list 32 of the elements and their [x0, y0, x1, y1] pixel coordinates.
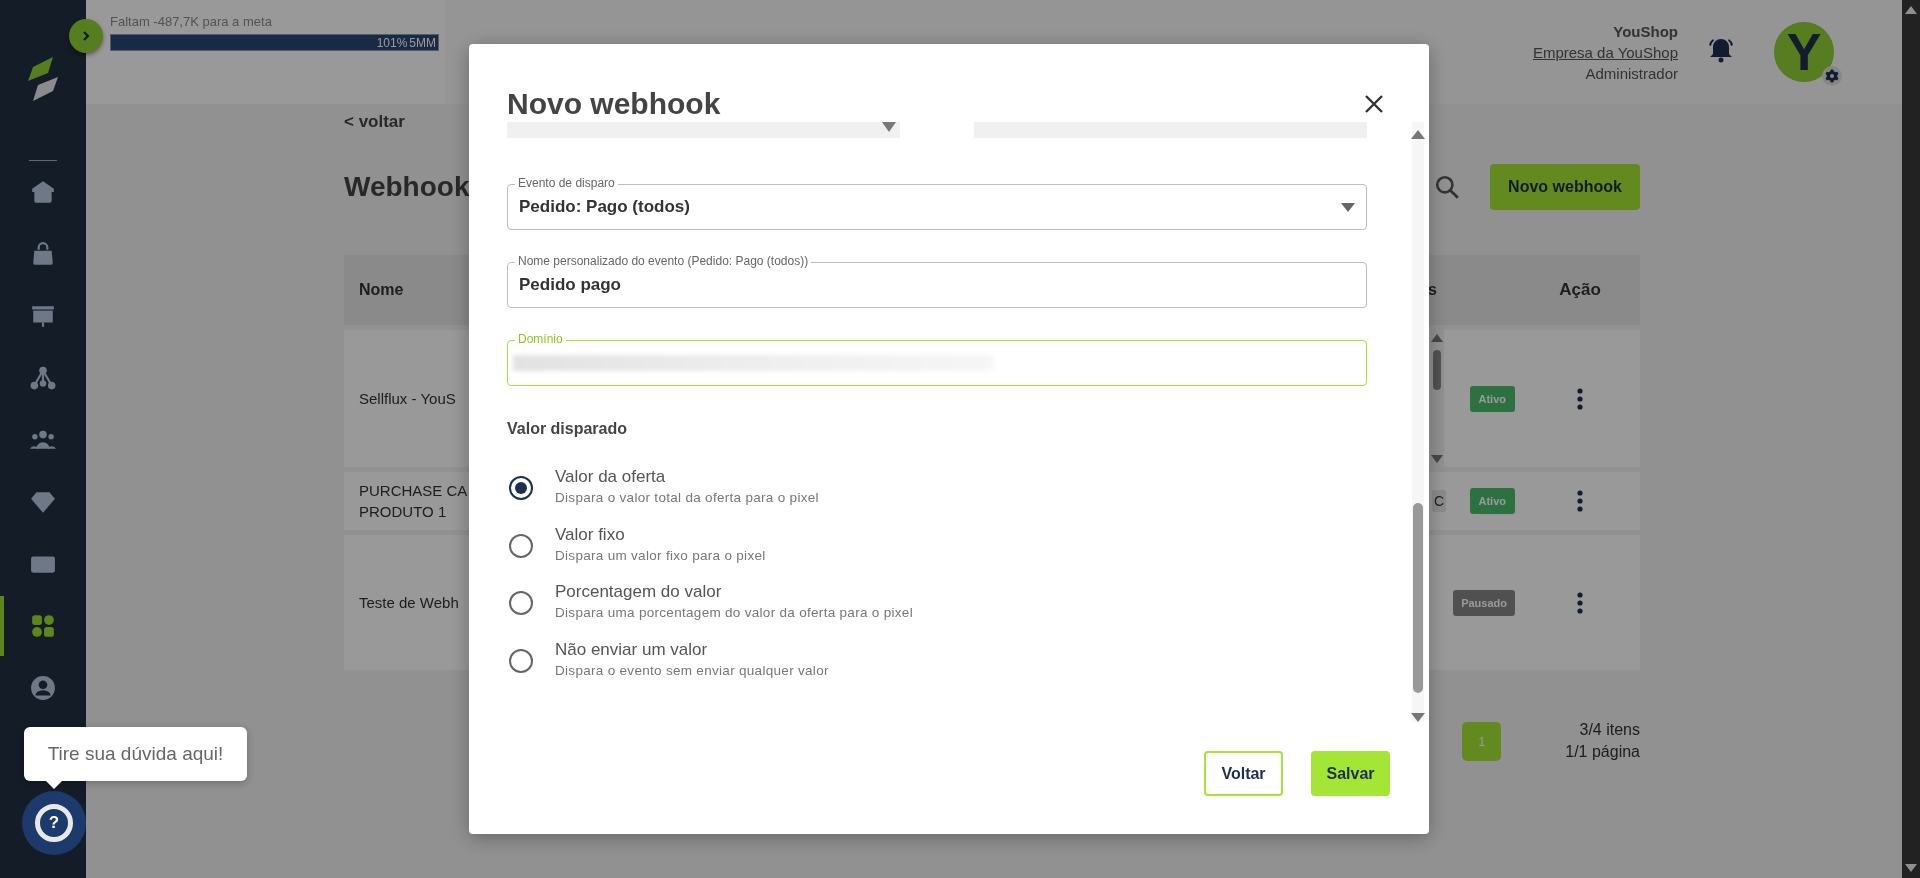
column-header: Nome — [359, 281, 404, 298]
option-description: Dispara o evento sem enviar qualquer valor — [555, 661, 829, 680]
column-header: s — [1428, 281, 1437, 298]
option-label: Não enviar um valor — [555, 638, 709, 661]
field-label: Domínio — [515, 332, 566, 346]
table-cell-text: Sellflux - YouS — [359, 389, 456, 409]
option-description: Dispara uma porcentagem do valor da oferta para o pixel — [555, 604, 913, 622]
option-label: Porcentagem do valor — [555, 581, 723, 603]
field-label: Nome personalizado do evento (Pedido: Pago (todos)) — [515, 254, 812, 268]
progress-percent: 101% — [376, 35, 408, 50]
column-header: Ação — [1559, 280, 1601, 300]
option-label: Valor da oferta — [555, 466, 667, 488]
status-badge: Ativo — [1469, 385, 1515, 412]
dialog-title: Novo webhook — [507, 87, 722, 121]
section-title: Valor disparado — [507, 419, 629, 439]
progress-target: 5MM — [409, 35, 436, 50]
goal-text: Faltam -487,7K para a meta — [110, 14, 273, 31]
field-label: Evento de disparo — [515, 176, 618, 190]
option-label: Valor fixo — [555, 523, 626, 546]
page-count: 1/1 página — [1565, 742, 1640, 762]
user-role: Administrador — [1584, 63, 1678, 84]
option-description: Dispara o valor total da oferta para o pixel — [555, 489, 819, 507]
help-tooltip: Tire sua dúvida aqui! — [24, 727, 247, 789]
table-cell-text: Teste de Webh — [359, 593, 459, 613]
tag-label: C — [1432, 490, 1447, 512]
company-name: YouShop — [1612, 21, 1678, 42]
page-title: Webhook — [344, 171, 470, 203]
table-cell-text: PURCHASE CA PRODUTO 1 — [359, 481, 468, 522]
status-badge: Pausado — [1453, 589, 1515, 616]
items-count: 3/4 itens — [1578, 720, 1640, 740]
status-badge: Ativo — [1469, 488, 1515, 514]
option-description: Dispara um valor fixo para o pixel — [555, 546, 766, 565]
